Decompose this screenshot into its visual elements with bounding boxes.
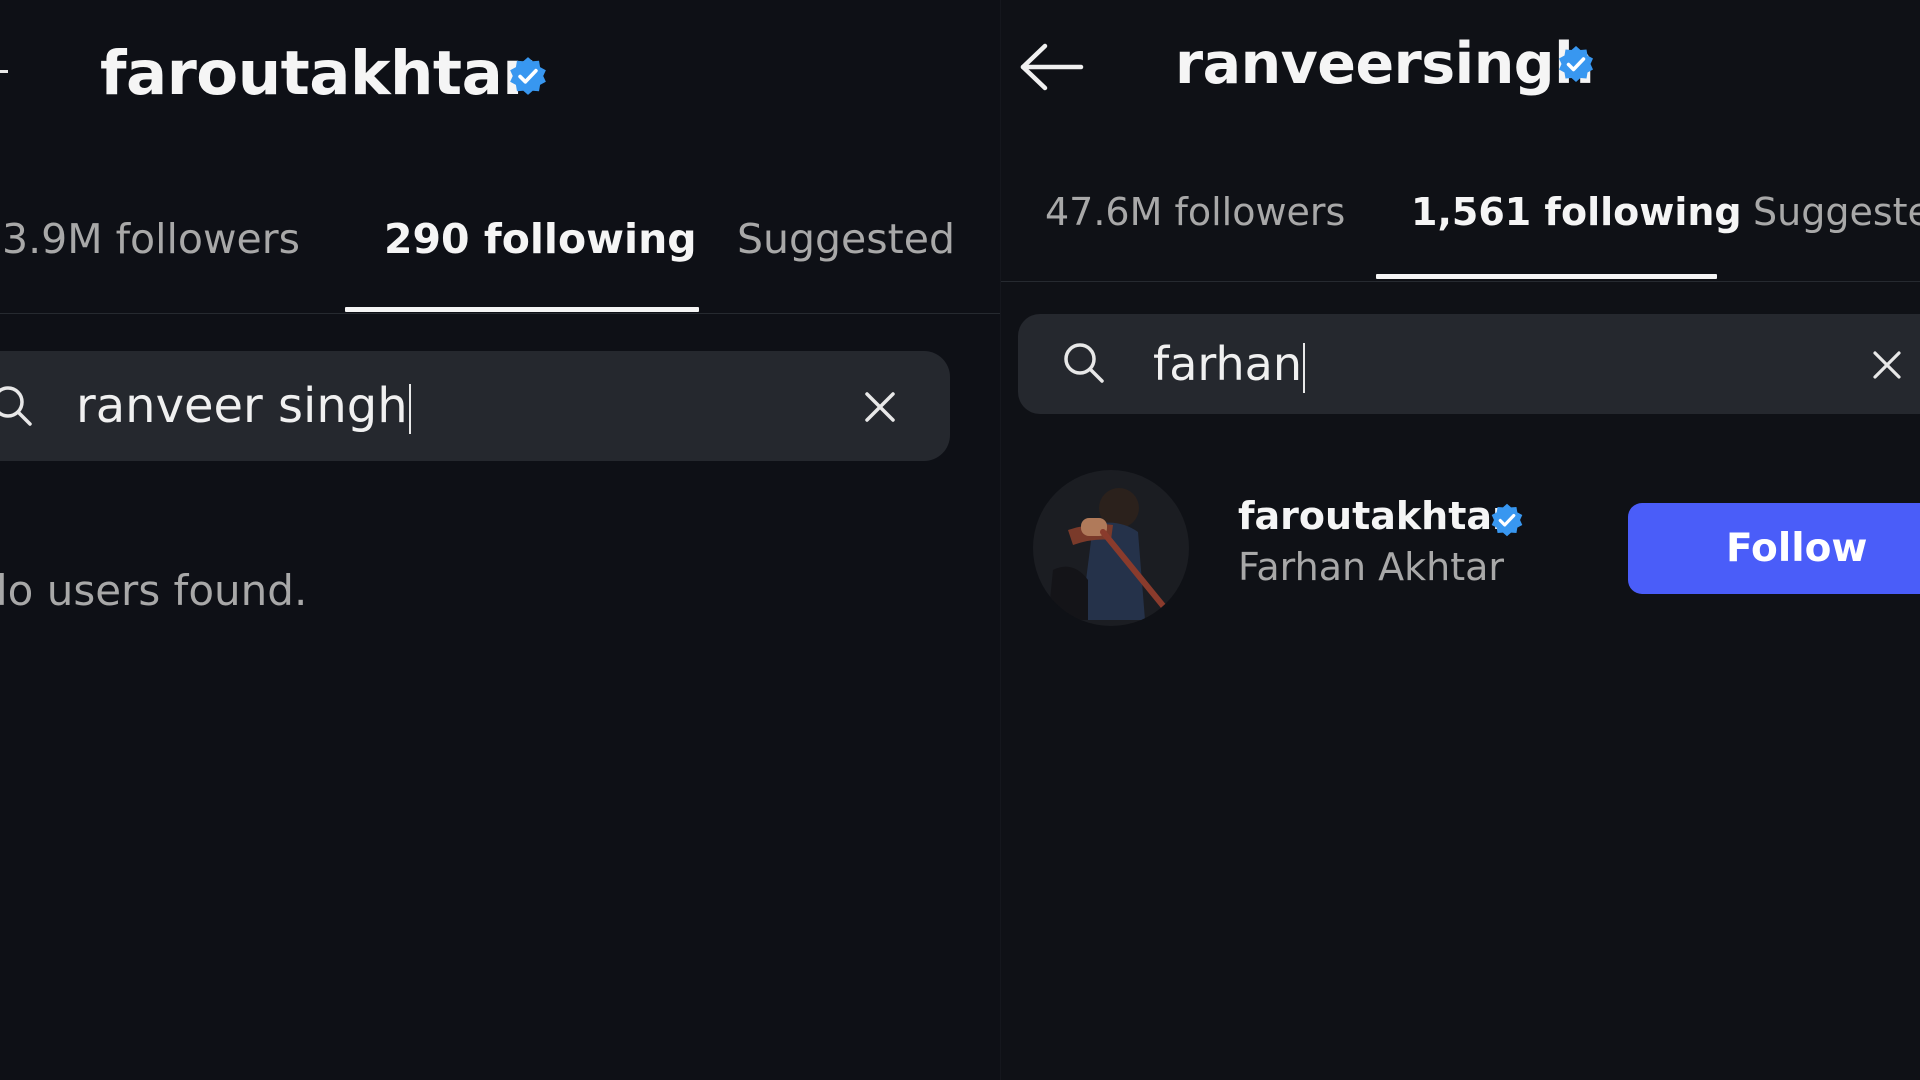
tab-followers[interactable]: 3.9M followers <box>2 215 300 263</box>
tab-followers[interactable]: 47.6M followers <box>1045 190 1345 234</box>
follow-button-label: Follow <box>1726 526 1868 571</box>
follow-button[interactable]: Follow <box>1628 503 1920 594</box>
search-input-value[interactable]: farhan <box>1153 337 1302 391</box>
tab-following[interactable]: 1,561 following <box>1411 190 1742 234</box>
close-icon[interactable] <box>1872 350 1902 380</box>
result-username[interactable]: faroutakhtar <box>1238 494 1511 538</box>
tabs-divider <box>1001 281 1920 282</box>
verified-badge-icon <box>1559 46 1593 82</box>
empty-results-message: lo users found. <box>0 566 308 615</box>
text-cursor <box>1302 342 1305 393</box>
profile-username: faroutakhtar <box>100 38 532 109</box>
right-profile-panel: ranveersingh 47.6M followers 1,561 follo… <box>1001 0 1920 1080</box>
verified-badge-icon <box>510 57 546 95</box>
search-icon <box>0 386 32 426</box>
tab-following[interactable]: 290 following <box>384 215 697 263</box>
tabs-divider <box>0 313 1000 314</box>
search-input[interactable]: farhan <box>1018 314 1920 414</box>
active-tab-indicator <box>1376 274 1717 279</box>
search-icon <box>1064 343 1104 383</box>
arrow-left-icon[interactable] <box>1019 42 1085 92</box>
tab-suggested[interactable]: Suggeste <box>1753 190 1920 234</box>
result-full-name: Farhan Akhtar <box>1238 545 1505 589</box>
text-cursor <box>408 384 411 434</box>
active-tab-indicator <box>345 307 699 312</box>
profile-username: ranveersingh <box>1175 31 1595 97</box>
back-arrow-icon[interactable] <box>0 70 8 73</box>
avatar[interactable] <box>1033 470 1189 626</box>
left-profile-panel: faroutakhtar 3.9M followers 290 followin… <box>0 0 1000 1080</box>
tab-suggested[interactable]: Suggested <box>737 215 955 263</box>
verified-badge-icon <box>1491 503 1523 537</box>
search-input[interactable]: ranveer singh <box>0 351 950 461</box>
close-icon[interactable] <box>864 391 896 423</box>
search-input-value[interactable]: ranveer singh <box>76 378 408 434</box>
